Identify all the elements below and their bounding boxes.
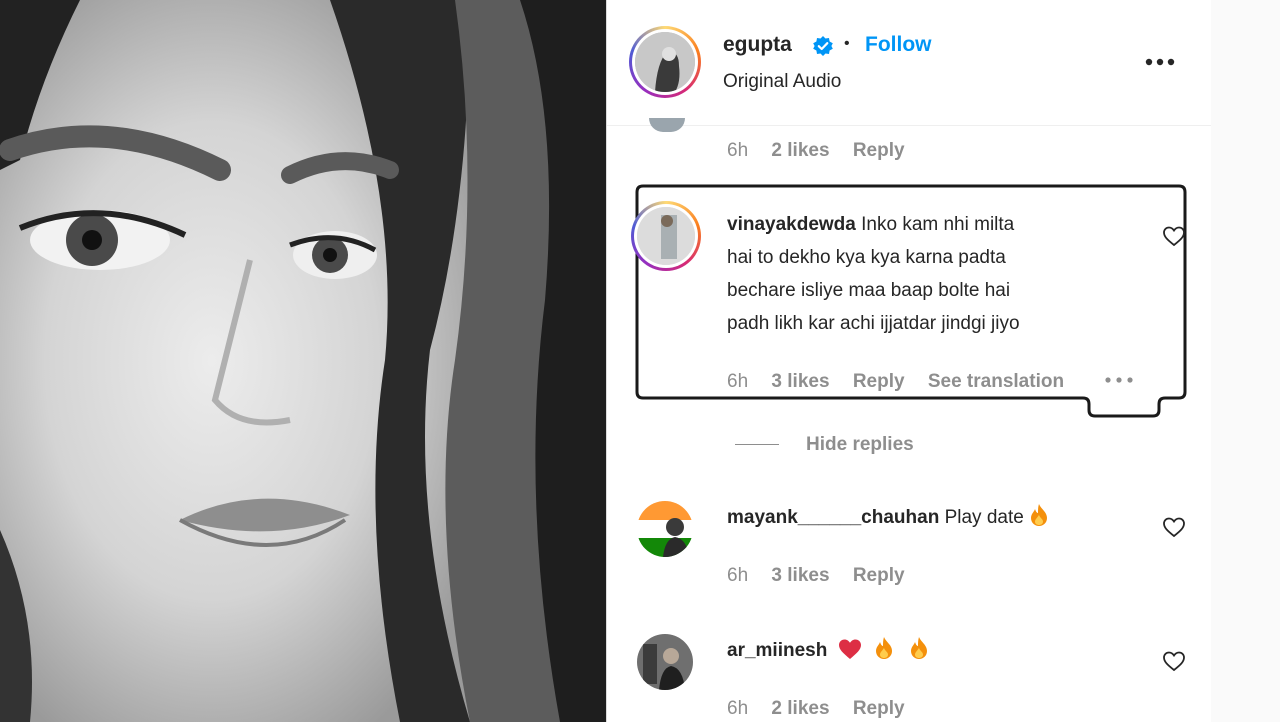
comment-text-line: padh likh kar achi ijjatdar jindgi jiyo xyxy=(727,313,1020,334)
fire-emoji-icon xyxy=(1031,504,1048,526)
comments-panel: egupta • Follow Original Audio 6h 2 like… xyxy=(606,0,1212,722)
follow-button[interactable]: Follow xyxy=(865,33,932,57)
verified-badge-icon xyxy=(813,36,833,56)
comment-text-line: bechare isliye maa baap bolte hai xyxy=(727,280,1011,301)
reply-button[interactable]: Reply xyxy=(853,565,905,586)
comment-username[interactable]: mayank______chauhan xyxy=(727,507,939,528)
comment-likes[interactable]: 2 likes xyxy=(771,140,829,161)
comment-time: 6h xyxy=(727,371,749,392)
comment-text-line: hai to dekho kya kya karna padta xyxy=(727,247,1006,268)
comment-text-line: Inko kam nhi milta xyxy=(861,214,1015,235)
comment-time: 6h xyxy=(727,140,749,161)
comment-username[interactable]: ar_miinesh xyxy=(727,640,827,661)
red-heart-emoji-icon xyxy=(838,639,861,659)
more-options-icon[interactable] xyxy=(1144,57,1176,67)
fire-emoji-icon xyxy=(911,637,928,659)
separator-dot: • xyxy=(844,35,850,52)
author-username[interactable]: egupta xyxy=(723,33,792,57)
page-background xyxy=(1211,0,1280,722)
see-translation-button[interactable]: See translation xyxy=(928,371,1064,392)
comment-avatar[interactable] xyxy=(637,634,693,690)
heart-outline-icon[interactable] xyxy=(1162,225,1186,247)
comment-likes[interactable]: 3 likes xyxy=(771,371,829,392)
reply-button[interactable]: Reply xyxy=(853,698,905,719)
comment-options-icon[interactable] xyxy=(1104,376,1134,384)
reply-button[interactable]: Reply xyxy=(853,371,905,392)
heart-outline-icon[interactable] xyxy=(1162,650,1186,672)
heart-outline-icon[interactable] xyxy=(1162,516,1186,538)
comment-text: Play date xyxy=(944,507,1024,528)
post-photo xyxy=(0,0,606,722)
comment-avatar[interactable] xyxy=(649,118,685,132)
comment-likes[interactable]: 3 likes xyxy=(771,565,829,586)
comment-username[interactable]: vinayakdewda xyxy=(727,214,856,235)
comment-avatar[interactable] xyxy=(631,201,701,271)
divider-line xyxy=(735,444,779,445)
reply-button[interactable]: Reply xyxy=(853,140,905,161)
portrait-image xyxy=(0,0,606,722)
fire-emoji-icon xyxy=(875,637,892,659)
comment-likes[interactable]: 2 likes xyxy=(771,698,829,719)
author-avatar[interactable] xyxy=(629,26,701,98)
hide-replies-label[interactable]: Hide replies xyxy=(806,434,914,456)
comment-time: 6h xyxy=(727,565,749,586)
comment-avatar[interactable] xyxy=(637,501,693,557)
post-header: egupta • Follow Original Audio xyxy=(607,0,1211,126)
original-audio-link[interactable]: Original Audio xyxy=(723,71,841,93)
comment-time: 6h xyxy=(727,698,749,719)
